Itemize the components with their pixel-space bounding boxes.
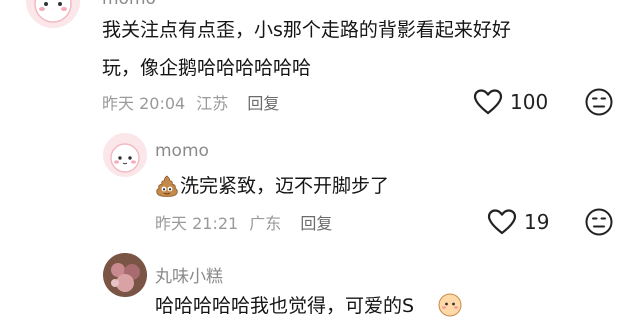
like-button[interactable] — [473, 88, 503, 116]
reply-username[interactable]: 丸味小糕 — [155, 262, 223, 287]
meh-face-icon — [585, 88, 613, 116]
comment-text-line1: 我关注点有点歪，小s那个走路的背影看起来好好 — [102, 19, 511, 41]
comment-username[interactable]: momo — [102, 0, 156, 9]
reply-location: 广东 — [249, 214, 282, 233]
cute-face-emoji-icon — [438, 293, 462, 317]
reply-username[interactable]: momo — [155, 141, 209, 161]
reply-meta: 昨天 21:21 广东 回复 — [155, 210, 332, 234]
reply-button[interactable]: 回复 — [247, 94, 279, 113]
comment-meta: 昨天 20:04 江苏 回复 — [102, 90, 279, 114]
like-button[interactable] — [487, 208, 517, 236]
avatar[interactable] — [103, 133, 147, 177]
reply-text: 洗完紧致，迈不开脚步了 — [180, 175, 390, 197]
reply-time: 昨天 21:21 — [155, 214, 239, 233]
comment-location: 江苏 — [196, 94, 229, 113]
dislike-button[interactable] — [584, 87, 614, 117]
reply-text: 哈哈哈哈哈我也觉得，可爱的S — [155, 295, 415, 317]
heart-outline-icon — [473, 89, 503, 115]
dislike-button[interactable] — [584, 207, 614, 237]
avatar[interactable] — [103, 253, 147, 297]
avatar[interactable] — [26, 0, 80, 28]
like-count: 19 — [524, 210, 550, 234]
comment-time: 昨天 20:04 — [102, 94, 186, 113]
poop-emoji-icon — [155, 174, 179, 198]
reply-button[interactable]: 回复 — [300, 214, 332, 233]
meh-face-icon — [585, 208, 613, 236]
comment-text-line2: 玩，像企鹅哈哈哈哈哈哈 — [102, 57, 312, 79]
like-count: 100 — [510, 90, 549, 114]
heart-outline-icon — [487, 209, 517, 235]
